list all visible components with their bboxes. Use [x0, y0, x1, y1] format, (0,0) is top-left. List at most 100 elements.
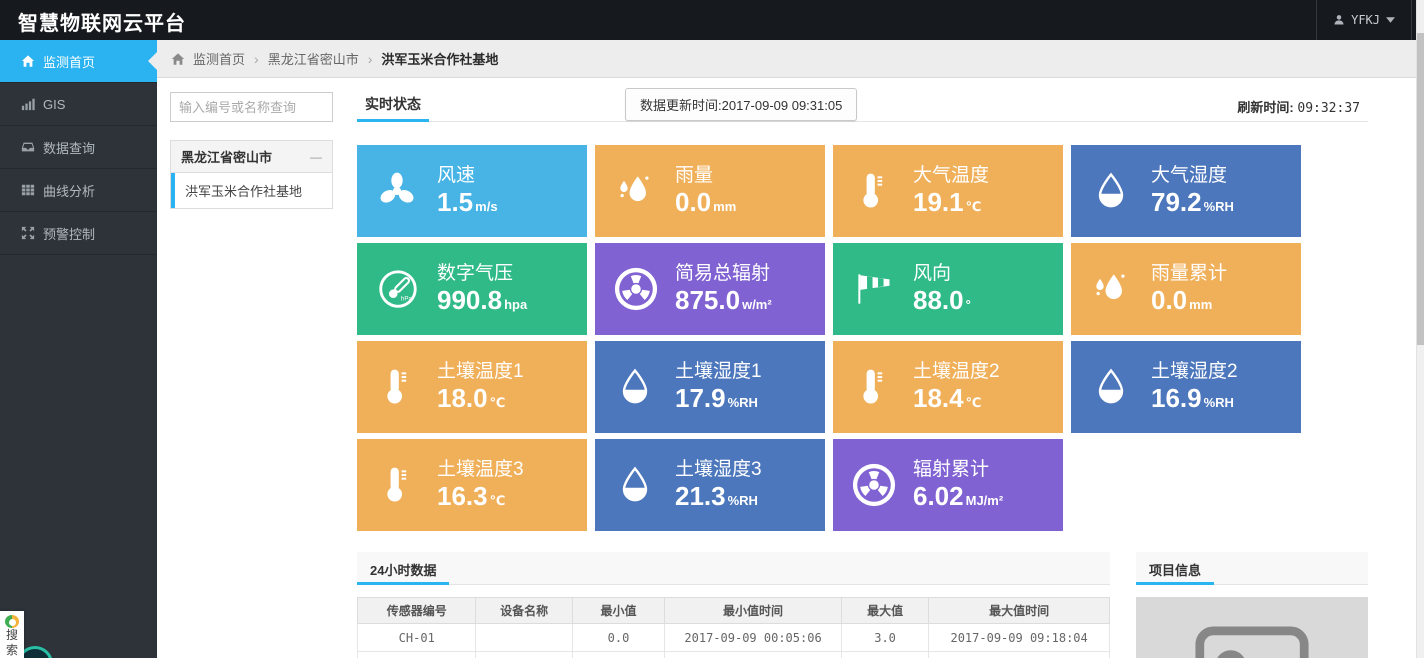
- droplet-icon: [1089, 365, 1151, 409]
- metric-card-air-humidity: 大气湿度 79.2%RH: [1071, 145, 1301, 237]
- card-unit: ℃: [490, 395, 506, 410]
- search-logo-icon: [5, 615, 19, 628]
- tab-project-info[interactable]: 项目信息: [1136, 552, 1214, 585]
- breadcrumb-separator: ›: [368, 51, 373, 67]
- history-table-wrap: 传感器编号设备名称最小值最小值时间最大值最大值时间 CH-010.02017-0…: [357, 597, 1110, 658]
- card-value: 0.0: [675, 187, 711, 217]
- sidebar-item-curve-analysis[interactable]: 曲线分析: [0, 169, 157, 212]
- card-label: 简易总辐射: [675, 262, 772, 286]
- app-title: 智慧物联网云平台: [18, 7, 186, 36]
- sidebar-item-label: 预警控制: [43, 224, 95, 243]
- table-body: CH-010.02017-09-09 00:05:063.02017-09-09…: [358, 624, 1110, 658]
- table-cell: 3.0: [841, 624, 928, 652]
- rain-icon: [613, 169, 675, 213]
- droplet-icon: [1089, 169, 1151, 213]
- table-cell: 2017-09-09 00:05:06: [665, 624, 842, 652]
- table-header-cell: 设备名称: [476, 598, 572, 624]
- rain-icon: [1089, 267, 1151, 311]
- card-label: 雨量: [675, 164, 736, 188]
- main-area: 监测首页 › 黑龙江省密山市 › 洪军玉米合作社基地 黑龙江省密山市 — 洪军玉米合作社…: [157, 40, 1416, 658]
- collapse-minus-icon[interactable]: —: [310, 150, 322, 164]
- table-header-row: 传感器编号设备名称最小值最小值时间最大值最大值时间: [358, 598, 1110, 624]
- history-table: 传感器编号设备名称最小值最小值时间最大值最大值时间 CH-010.02017-0…: [357, 597, 1110, 658]
- sidebar-item-label: 曲线分析: [43, 181, 95, 200]
- card-label: 数字气压: [437, 262, 527, 286]
- card-unit: m/s: [475, 199, 497, 214]
- card-label: 土壤湿度1: [675, 360, 762, 384]
- tab-24h-data[interactable]: 24小时数据: [357, 552, 449, 585]
- data-update-time-button[interactable]: 数据更新时间:2017-09-09 09:31:05: [625, 88, 857, 121]
- sidebar-item-alert-control[interactable]: 预警控制: [0, 212, 157, 255]
- radiation-icon: [851, 462, 913, 508]
- user-icon: [1333, 14, 1345, 26]
- card-unit: %RH: [728, 493, 758, 508]
- card-value: 79.2: [1151, 187, 1202, 217]
- workspace: 黑龙江省密山市 — 洪军玉米合作社基地 实时状态 数据更新时间:2017-09-…: [157, 78, 1416, 658]
- metric-card-wind-speed: 风速 1.5m/s: [357, 145, 587, 237]
- card-unit: mm: [713, 199, 736, 214]
- device-tree: 黑龙江省密山市 — 洪军玉米合作社基地: [170, 140, 333, 209]
- card-value: 0.0: [1151, 285, 1187, 315]
- metric-card-wind-direction: 风向 88.0°: [833, 243, 1063, 335]
- project-info-panel: 项目信息: [1136, 552, 1368, 658]
- card-label: 土壤温度3: [437, 458, 524, 482]
- card-unit: mm: [1189, 297, 1212, 312]
- breadcrumb: 监测首页›黑龙江省密山市›洪军玉米合作社基地: [157, 40, 1416, 78]
- sidebar-item-label: GIS: [43, 97, 65, 112]
- metric-cards-grid: 风速 1.5m/s 雨量 0.0mm 大气温度 19.1℃ 大气湿度 79.2%…: [357, 145, 1325, 531]
- table-cell: CH-01: [358, 624, 476, 652]
- metric-card-soil-humidity-3: 土壤湿度3 21.3%RH: [595, 439, 825, 531]
- user-menu[interactable]: YFKJ: [1316, 0, 1412, 40]
- card-label: 土壤温度2: [913, 360, 1000, 384]
- search-input[interactable]: [170, 92, 333, 122]
- breadcrumb-item[interactable]: 监测首页: [193, 49, 245, 68]
- card-unit: ℃: [966, 199, 982, 214]
- thermometer-icon: [375, 463, 437, 507]
- card-unit: MJ/m²: [966, 493, 1004, 508]
- tree-node-base[interactable]: 洪军玉米合作社基地: [171, 173, 332, 208]
- top-header-bar: 智慧物联网云平台 YFKJ: [0, 0, 1424, 40]
- barometer-icon: hPa: [375, 266, 437, 312]
- tab-realtime-status[interactable]: 实时状态: [357, 88, 429, 122]
- card-unit: %RH: [1204, 395, 1234, 410]
- card-unit: ℃: [490, 493, 506, 508]
- card-label: 大气湿度: [1151, 164, 1234, 188]
- sidebar-item-monitor-home[interactable]: 监测首页: [0, 40, 157, 83]
- breadcrumb-separator: ›: [254, 51, 259, 67]
- bottom-panels: 24小时数据 传感器编号设备名称最小值最小值时间最大值最大值时间 CH-010.…: [357, 552, 1368, 658]
- refresh-time-value: 09:32:37: [1297, 101, 1360, 116]
- tree-group-header[interactable]: 黑龙江省密山市 —: [171, 141, 332, 173]
- thermometer-icon: [851, 365, 913, 409]
- card-unit: ℃: [966, 395, 982, 410]
- card-label: 土壤温度1: [437, 360, 524, 384]
- table-cell: [476, 624, 572, 652]
- metric-card-radiation-total: 辐射累计 6.02MJ/m²: [833, 439, 1063, 531]
- card-label: 雨量累计: [1151, 262, 1227, 286]
- search-float-char-2: 索: [6, 643, 18, 658]
- page-scrollbar[interactable]: [1416, 0, 1424, 658]
- metric-card-pressure: hPa 数字气压 990.8hpa: [357, 243, 587, 335]
- table-row: CH-010.02017-09-09 00:05:063.02017-09-09…: [358, 624, 1110, 652]
- metric-card-soil-temp-1: 土壤温度1 18.0℃: [357, 341, 587, 433]
- card-label: 风向: [913, 262, 971, 286]
- scrollbar-thumb[interactable]: [1417, 33, 1424, 345]
- svg-text:hPa: hPa: [401, 296, 413, 303]
- metric-card-soil-temp-3: 土壤温度3 16.3℃: [357, 439, 587, 531]
- history-panel: 24小时数据 传感器编号设备名称最小值最小值时间最大值最大值时间 CH-010.…: [357, 552, 1110, 658]
- card-unit: w/m²: [742, 297, 772, 312]
- card-unit: hpa: [504, 297, 527, 312]
- sidebar-item-gis[interactable]: GIS: [0, 83, 157, 126]
- card-unit: %RH: [1204, 199, 1234, 214]
- card-value: 16.9: [1151, 383, 1202, 413]
- metric-card-air-temperature: 大气温度 19.1℃: [833, 145, 1063, 237]
- user-name: YFKJ: [1351, 13, 1380, 27]
- card-value: 6.02: [913, 481, 964, 511]
- card-value: 19.1: [913, 187, 964, 217]
- search-float-widget[interactable]: 搜 索: [0, 611, 24, 658]
- table-header-cell: 最大值时间: [929, 598, 1110, 624]
- sidebar-item-data-query[interactable]: 数据查询: [0, 126, 157, 169]
- sidebar-item-label: 监测首页: [43, 52, 95, 71]
- card-label: 大气温度: [913, 164, 989, 188]
- content-column: 实时状态 数据更新时间:2017-09-09 09:31:05 刷新时间: 09…: [357, 88, 1368, 658]
- breadcrumb-item[interactable]: 黑龙江省密山市: [268, 49, 359, 68]
